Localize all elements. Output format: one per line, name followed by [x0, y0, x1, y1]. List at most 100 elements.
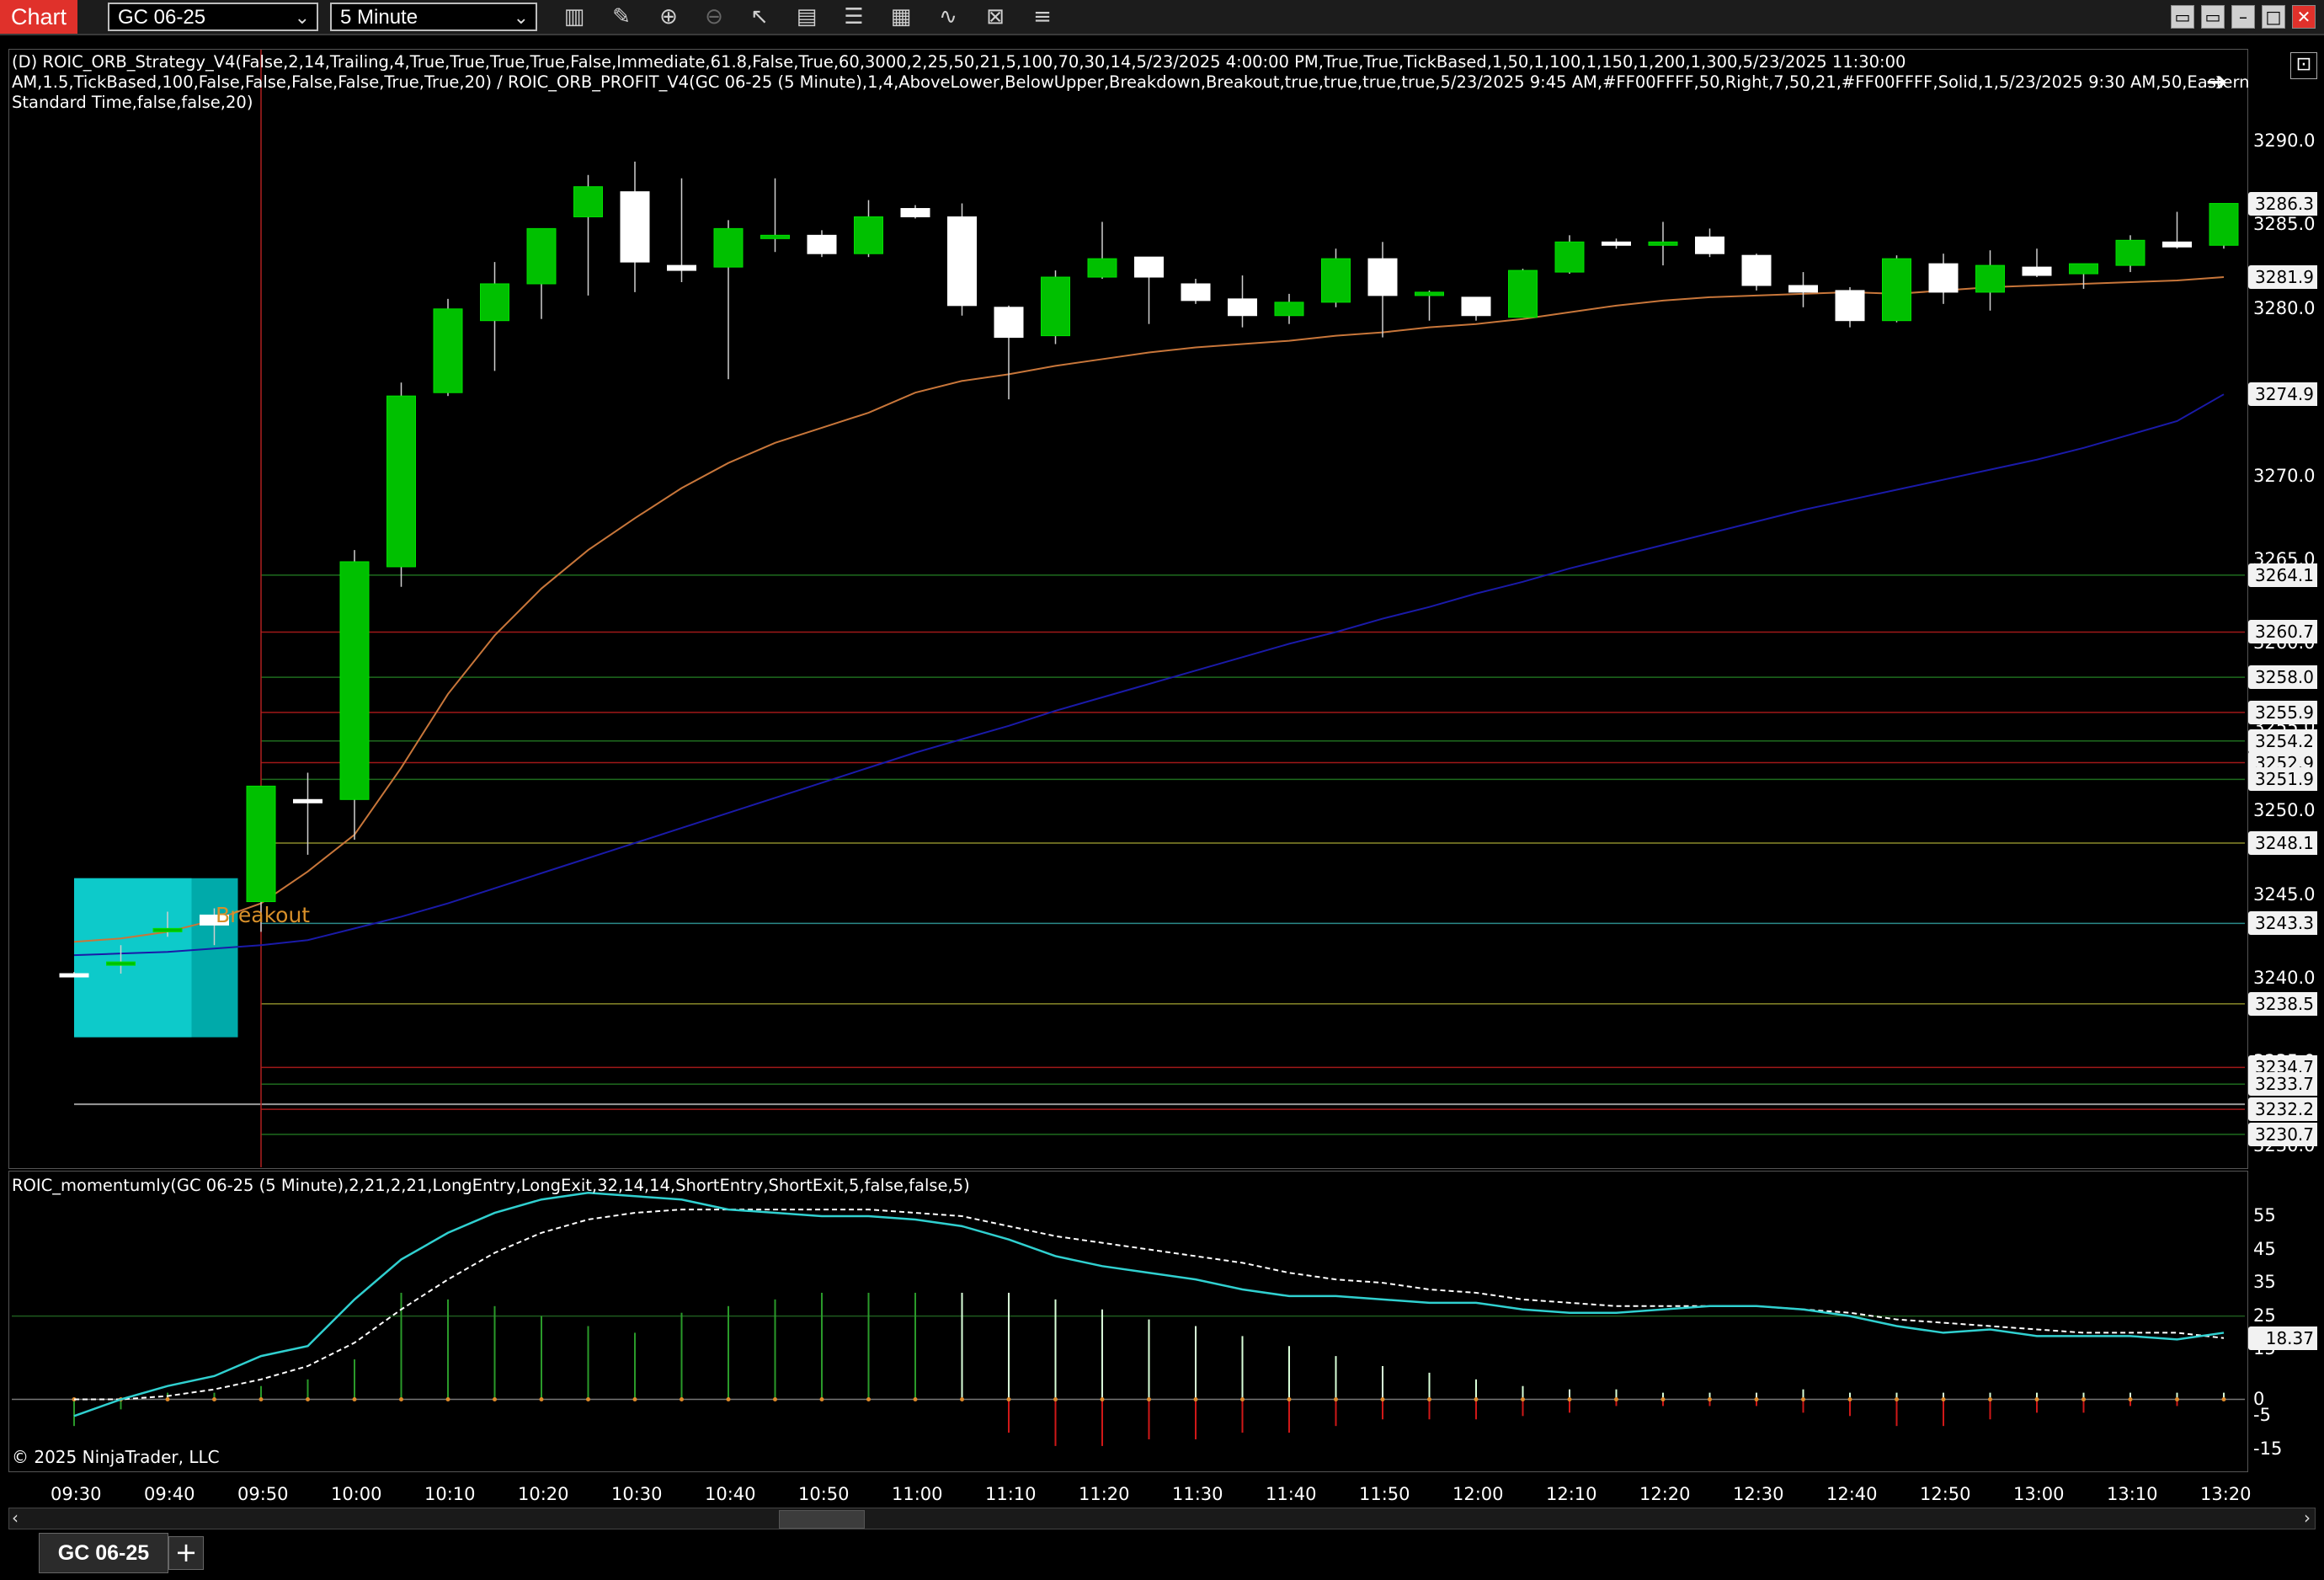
arrow-right-icon[interactable]: ➔	[2206, 67, 2227, 97]
osc-zero-dot	[1941, 1397, 1946, 1402]
candle-body	[1134, 256, 1164, 278]
time-axis-label: 12:20	[1639, 1484, 1691, 1504]
ema-fast-line	[73, 276, 2225, 943]
osc-zero-dot	[1847, 1397, 1852, 1402]
breakout-label: Breakout	[216, 903, 311, 927]
price-axis-tick: 3250.0	[2253, 800, 2316, 821]
osc-zero-dot	[1801, 1397, 1805, 1402]
osc-zero-dot	[306, 1397, 310, 1402]
scroll-left-icon[interactable]: ‹	[12, 1508, 19, 1528]
time-axis-label: 11:50	[1359, 1484, 1410, 1504]
candle-body	[2162, 241, 2192, 248]
time-axis-label: 11:30	[1172, 1484, 1223, 1504]
candle-body	[339, 561, 370, 800]
time-axis-label: 09:50	[237, 1484, 289, 1504]
candle-body	[713, 227, 744, 268]
price-axis-tick: 3290.0	[2253, 131, 2316, 151]
osc-axis-tick: 45	[2253, 1238, 2276, 1259]
price-tag: 3238.5	[2248, 991, 2317, 1016]
time-axis-label: 12:40	[1826, 1484, 1878, 1504]
candle-body	[1321, 258, 1351, 303]
price-axis-tick: 3240.0	[2253, 968, 2316, 988]
copyright-text: © 2025 NinjaTrader, LLC	[12, 1447, 220, 1467]
candle-body	[1508, 270, 1538, 318]
osc-zero-dot	[1427, 1397, 1431, 1402]
osc-zero-dot	[165, 1397, 170, 1402]
candle-body	[1882, 258, 1911, 322]
candle-body	[1274, 302, 1304, 317]
time-axis-label: 09:40	[144, 1484, 195, 1504]
osc-value-tag: 18.37	[2248, 1326, 2317, 1350]
osc-zero-dot	[1521, 1397, 1525, 1402]
candle-body	[1788, 285, 1818, 293]
horizontal-scrollbar[interactable]	[8, 1508, 2316, 1529]
osc-zero-dot	[259, 1397, 264, 1402]
osc-zero-dot	[2128, 1397, 2133, 1402]
time-axis-label: 10:30	[611, 1484, 663, 1504]
candle-body	[994, 307, 1024, 339]
strategy-label-line3: Standard Time,false,false,20)	[12, 93, 253, 112]
osc-axis-tick: -5	[2253, 1405, 2271, 1426]
osc-zero-dot	[1474, 1397, 1479, 1402]
time-axis-label: 11:10	[985, 1484, 1037, 1504]
osc-zero-dot	[773, 1397, 777, 1402]
candle-body	[433, 308, 463, 393]
osc-zero-dot	[960, 1397, 964, 1402]
chart-canvas	[12, 50, 2245, 1446]
osc-zero-dot	[913, 1397, 918, 1402]
osc-axis-tick: 55	[2253, 1205, 2276, 1225]
candle-body	[152, 927, 183, 932]
price-tag: 3264.1	[2248, 563, 2317, 587]
osc-zero-dot	[680, 1397, 684, 1402]
time-axis-label: 10:00	[331, 1484, 382, 1504]
time-axis-label: 11:00	[892, 1484, 943, 1504]
candle-body	[1181, 283, 1211, 302]
osc-zero-dot	[2081, 1397, 2086, 1402]
osc-zero-dot	[1988, 1397, 1992, 1402]
price-tag: 3251.9	[2248, 767, 2317, 792]
scrollbar-thumb[interactable]	[779, 1510, 865, 1529]
time-axis-label: 12:00	[1452, 1484, 1504, 1504]
candle-body	[1554, 241, 1585, 273]
time-axis-label: 12:30	[1733, 1484, 1784, 1504]
osc-zero-dot	[1567, 1397, 1572, 1402]
price-tag: 3274.9	[2248, 382, 2317, 407]
tab-gc-06-25[interactable]: GC 06-25	[39, 1533, 168, 1573]
candle-body	[900, 208, 930, 217]
osc-zero-dot	[819, 1397, 824, 1402]
price-tag: 3248.1	[2248, 830, 2317, 855]
time-axis-label: 11:20	[1079, 1484, 1130, 1504]
candle-body	[1975, 264, 2005, 293]
candle-body	[293, 798, 322, 803]
osc-zero-dot	[1754, 1397, 1759, 1402]
candle-body	[2022, 266, 2052, 276]
osc-zero-dot	[726, 1397, 731, 1402]
scroll-right-icon[interactable]: ›	[2304, 1508, 2311, 1528]
price-axis-tick: 3285.0	[2253, 214, 2316, 235]
osc-zero-dot	[2221, 1397, 2226, 1402]
osc-zero-dot	[539, 1397, 544, 1402]
candle-body	[1602, 241, 1631, 246]
candle-body	[246, 785, 276, 903]
time-axis-label: 13:00	[2013, 1484, 2065, 1504]
osc-zero-dot	[1660, 1397, 1666, 1402]
osc-zero-dot	[1006, 1397, 1011, 1402]
add-tab-button[interactable]: +	[168, 1536, 204, 1570]
candle-body	[1928, 263, 1959, 293]
osc-zero-dot	[1053, 1397, 1058, 1402]
candle-body	[1228, 298, 1257, 317]
time-axis-label: 12:50	[1920, 1484, 1971, 1504]
candle-body	[59, 973, 89, 978]
price-tag: 3281.9	[2248, 265, 2317, 290]
time-axis-label: 12:10	[1546, 1484, 1597, 1504]
osc-zero-dot	[399, 1397, 403, 1402]
candle-body	[854, 216, 883, 254]
price-axis-tick: 3270.0	[2253, 465, 2316, 486]
osc-axis-tick: 35	[2253, 1272, 2276, 1293]
price-tag: 3230.7	[2248, 1122, 2317, 1146]
osc-zero-dot	[632, 1397, 637, 1402]
candle-body	[1367, 258, 1398, 296]
candle-body	[526, 227, 557, 285]
price-tag: 3232.2	[2248, 1097, 2317, 1122]
price-tag: 3233.7	[2248, 1072, 2317, 1097]
